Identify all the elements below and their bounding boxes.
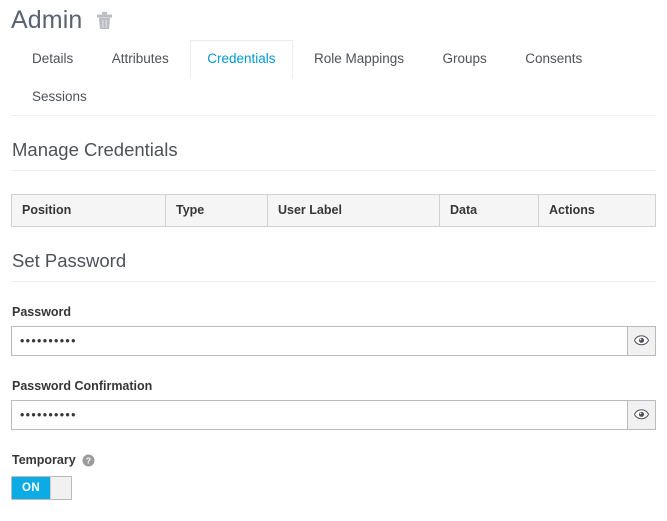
temporary-toggle-state: ON <box>12 477 50 499</box>
tab-sessions[interactable]: Sessions <box>15 78 104 117</box>
credentials-table: Position Type User Label Data Actions <box>11 194 656 227</box>
password-confirmation-input[interactable] <box>11 400 627 430</box>
temporary-label-row: Temporary ? <box>12 452 656 469</box>
tab-role-mappings[interactable]: Role Mappings <box>297 40 421 79</box>
temporary-toggle-knob <box>50 477 71 499</box>
password-input-group <box>11 326 656 356</box>
manage-credentials-heading: Manage Credentials <box>11 116 656 171</box>
tab-consents[interactable]: Consents <box>508 40 599 79</box>
credentials-page: Admin Details Attributes Credentials Rol… <box>0 0 667 521</box>
tab-groups[interactable]: Groups <box>425 40 503 79</box>
tab-details[interactable]: Details <box>15 40 90 79</box>
set-password-form: Password Password Confirmation <box>11 304 656 521</box>
column-header-actions: Actions <box>538 194 656 227</box>
page-header: Admin <box>0 0 667 36</box>
trash-icon[interactable] <box>96 11 113 30</box>
eye-icon <box>633 334 650 349</box>
eye-icon <box>633 408 650 423</box>
set-password-section: Set Password <box>11 227 656 282</box>
password-confirmation-label: Password Confirmation <box>12 379 153 393</box>
temporary-toggle-switch[interactable]: ON <box>11 476 72 500</box>
password-label: Password <box>12 305 72 319</box>
temporary-label: Temporary <box>12 453 76 467</box>
password-confirmation-input-group <box>11 400 656 430</box>
column-header-position: Position <box>11 194 166 227</box>
svg-text:?: ? <box>86 456 91 466</box>
tab-credentials[interactable]: Credentials <box>190 40 293 79</box>
password-confirmation-visibility-toggle-button[interactable] <box>627 400 656 430</box>
password-visibility-toggle-button[interactable] <box>627 326 656 356</box>
password-input[interactable] <box>11 326 627 356</box>
column-header-user-label: User Label <box>267 194 440 227</box>
tab-attributes[interactable]: Attributes <box>95 40 186 79</box>
set-password-heading: Set Password <box>11 227 656 282</box>
column-header-type: Type <box>165 194 268 227</box>
tab-bar: Details Attributes Credentials Role Mapp… <box>11 39 656 116</box>
manage-credentials-section: Manage Credentials Position Type User La… <box>11 116 656 227</box>
table-header-row: Position Type User Label Data Actions <box>11 194 656 227</box>
page-title: Admin <box>11 6 83 34</box>
help-circle-icon[interactable]: ? <box>82 454 95 467</box>
column-header-data: Data <box>439 194 539 227</box>
